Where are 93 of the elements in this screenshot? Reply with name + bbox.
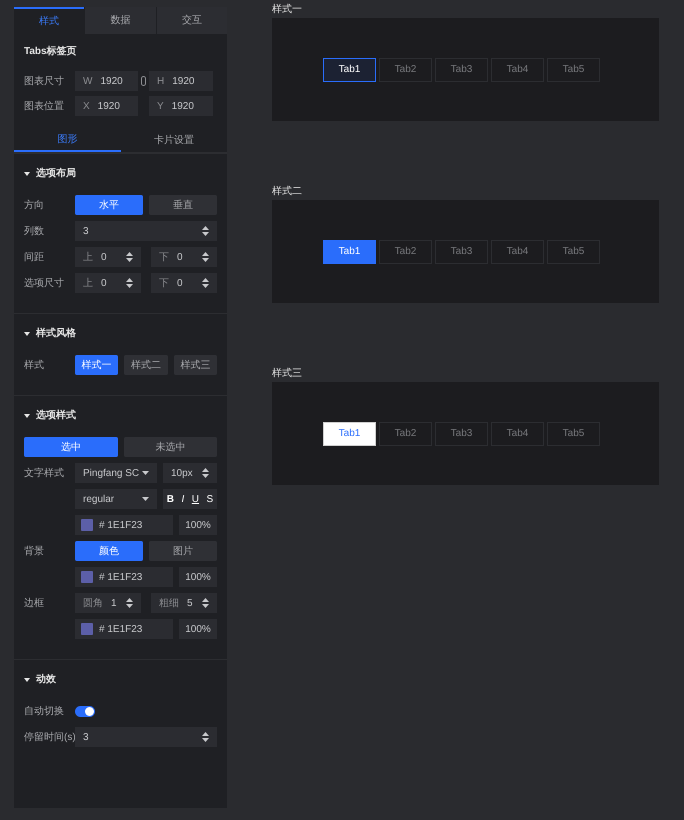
color-swatch[interactable] [81,571,93,583]
panel-tab[interactable]: 交互 [156,7,227,34]
spinner-arrows-icon[interactable] [126,252,133,262]
field-label: 停留时间(s) [24,730,75,744]
segment-button[interactable]: 样式三 [174,355,217,375]
preview-tab[interactable]: Tab1 [323,58,376,82]
field-label: 列数 [24,224,45,238]
spinner-arrows-icon[interactable] [202,278,209,288]
segment-button[interactable]: 未选中 [124,437,217,457]
section-title: 动效 [36,672,56,687]
spinner-field[interactable]: 上 0 [75,273,141,293]
color-swatch[interactable] [81,519,93,531]
preview-tab[interactable]: Tab1 [323,240,376,264]
spinner-arrows-icon[interactable] [202,252,209,262]
field-label: 背景 [24,544,45,558]
spinner-field[interactable]: 3 [75,221,217,241]
segment-button[interactable]: 样式二 [124,355,168,375]
preview-title: 样式三 [272,369,303,379]
field-label: 图表位置 [24,100,65,114]
color-field[interactable]: # 1E1F23 [75,515,173,535]
segment-button[interactable]: 颜色 [75,541,143,561]
spinner-arrows-icon[interactable] [202,598,209,608]
input-field[interactable]: H 1920 [149,71,213,91]
spinner-arrows-icon[interactable] [202,468,209,478]
spinner-field[interactable]: 3 [75,727,217,747]
sub-tab[interactable]: 卡片设置 [120,129,227,152]
segment-button[interactable]: 垂直 [149,195,217,215]
toggle-switch[interactable] [75,706,95,716]
input-field[interactable]: X 1920 [75,96,138,116]
preview-title: 样式一 [272,5,303,15]
section-title: 选项布局 [36,166,76,181]
spinner-arrows-icon[interactable] [126,598,133,608]
caret-icon[interactable] [24,332,30,336]
caret-icon [142,497,149,501]
segment-button[interactable]: 水平 [75,195,143,215]
field-label: 间距 [24,250,45,264]
format-button[interactable]: B [166,492,174,506]
spinner-field[interactable]: 圆角 1 [75,593,141,613]
field-label: 边框 [24,596,45,610]
field-label: 自动切换 [24,704,65,718]
spinner-arrows-icon[interactable] [202,226,209,236]
color-swatch[interactable] [81,623,93,635]
preview-tab[interactable]: Tab2 [379,422,432,446]
format-button[interactable]: U [192,492,200,506]
segment-button[interactable]: 图片 [149,541,217,561]
sub-tab[interactable]: 图形 [14,129,120,152]
link-icon[interactable] [141,76,146,86]
preview-tab[interactable]: Tab5 [547,422,600,446]
caret-icon [142,471,149,475]
weight-select[interactable]: regular [75,489,157,509]
opacity-field[interactable]: 100% [179,515,217,535]
preview-tab[interactable]: Tab3 [435,240,488,264]
preview-tab[interactable]: Tab2 [379,240,432,264]
input-field[interactable]: Y 1920 [149,96,213,116]
color-field[interactable]: # 1E1F23 [75,567,173,587]
input-field[interactable]: W 1920 [75,71,138,91]
field-label: 图表尺寸 [24,74,65,88]
spinner-field[interactable]: 10px [163,463,217,483]
spinner-arrows-icon[interactable] [202,732,209,742]
caret-icon[interactable] [24,414,30,418]
spinner-field[interactable]: 上 0 [75,247,141,267]
spinner-field[interactable]: 下 0 [151,273,217,293]
format-button[interactable]: I [182,492,184,506]
font-select[interactable]: Pingfang SC [75,463,157,483]
format-button[interactable]: S [206,492,214,506]
color-field[interactable]: # 1E1F23 [75,619,173,639]
spinner-field[interactable]: 粗细 5 [151,593,217,613]
component-title: Tabs标签页 [24,44,78,59]
field-label: 选项尺寸 [24,276,65,290]
panel-tab[interactable]: 数据 [84,7,156,34]
segment-button[interactable]: 选中 [24,437,118,457]
preview-tab[interactable]: Tab5 [547,240,600,264]
preview-tab[interactable]: Tab1 [323,422,376,446]
preview-title: 样式二 [272,187,303,197]
preview-tab[interactable]: Tab2 [379,58,432,82]
preview-tab[interactable]: Tab3 [435,422,488,446]
section-title: 样式风格 [36,326,76,341]
preview-tab[interactable]: Tab5 [547,58,600,82]
preview-tab[interactable]: Tab4 [491,422,544,446]
field-label: 方向 [24,198,45,212]
section-title: 选项样式 [36,408,76,423]
spinner-arrows-icon[interactable] [126,278,133,288]
field-label: 文字样式 [24,466,65,480]
opacity-field[interactable]: 100% [179,619,217,639]
field-label: 样式 [24,358,45,372]
caret-icon[interactable] [24,172,30,176]
caret-icon[interactable] [24,678,30,682]
segment-button[interactable]: 样式一 [75,355,118,375]
preview-tab[interactable]: Tab3 [435,58,488,82]
opacity-field[interactable]: 100% [179,567,217,587]
preview-tab[interactable]: Tab4 [491,58,544,82]
preview-tab[interactable]: Tab4 [491,240,544,264]
spinner-field[interactable]: 下 0 [151,247,217,267]
